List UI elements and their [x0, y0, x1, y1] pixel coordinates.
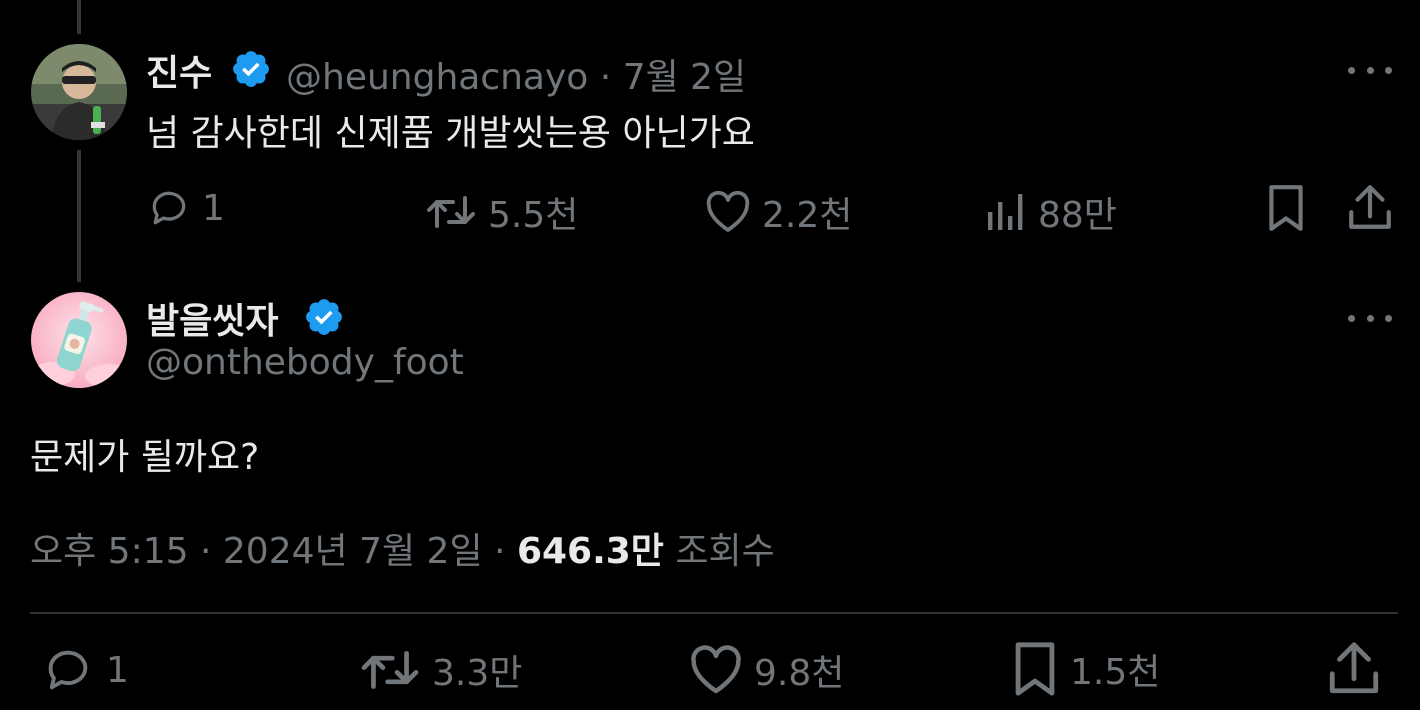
- divider: [30, 612, 1398, 614]
- thread-line-top: [77, 0, 81, 34]
- views-icon: [988, 194, 1023, 230]
- author-handle[interactable]: @heunghacnayo: [286, 57, 588, 98]
- verified-badge-icon: [303, 296, 345, 342]
- bookmark-button[interactable]: 1.5천: [1010, 640, 1160, 698]
- author-handle[interactable]: @onthebody_foot: [146, 342, 464, 383]
- more-icon[interactable]: [1348, 312, 1392, 324]
- bookmark-count: 1.5천: [1070, 652, 1161, 693]
- reply-icon: [48, 650, 88, 690]
- views-count: 88만: [1038, 195, 1117, 236]
- verified-badge-icon: [230, 48, 272, 94]
- avatar-photo: [31, 44, 127, 140]
- avatar[interactable]: [31, 44, 127, 140]
- thread-line-middle: [77, 150, 81, 282]
- reply-icon: [152, 191, 186, 225]
- author-meta: @heunghacnayo · 7월 2일: [286, 48, 746, 100]
- reply-button[interactable]: 1: [40, 644, 129, 696]
- share-icon: [1329, 642, 1379, 694]
- reply-count: 1: [202, 187, 225, 229]
- share-button[interactable]: [1326, 640, 1382, 698]
- repost-count: 5.5천: [488, 195, 579, 236]
- repost-icon: [427, 196, 475, 228]
- tweet-timestamp: 오후 5:15 · 2024년 7월 2일 · 646.3만 조회수: [30, 522, 775, 574]
- date-separator: ·: [599, 57, 612, 98]
- post-date[interactable]: 7월 2일: [623, 57, 747, 98]
- bookmark-button[interactable]: [1264, 183, 1308, 233]
- views-count[interactable]: 646.3만: [517, 531, 664, 572]
- like-count: 9.8천: [754, 653, 845, 694]
- timestamp-separator: ·: [199, 531, 212, 572]
- post-date[interactable]: 2024년 7월 2일: [223, 531, 483, 572]
- avatar-product-image: [31, 292, 127, 388]
- like-button[interactable]: 2.2천: [704, 186, 852, 238]
- repost-button[interactable]: 3.3만: [358, 644, 522, 696]
- like-icon: [691, 645, 741, 694]
- bookmark-icon: [1269, 185, 1303, 231]
- repost-button[interactable]: 5.5천: [424, 186, 578, 238]
- post-time[interactable]: 오후 5:15: [30, 531, 189, 572]
- bookmark-icon: [1015, 642, 1055, 696]
- share-button[interactable]: [1346, 183, 1394, 233]
- share-icon: [1349, 185, 1391, 229]
- like-button[interactable]: 9.8천: [688, 644, 844, 696]
- like-icon: [706, 190, 750, 232]
- timestamp-separator: ·: [494, 531, 506, 572]
- tweet-text: 문제가 될까요?: [30, 437, 260, 478]
- more-icon[interactable]: [1348, 64, 1392, 76]
- avatar[interactable]: [31, 292, 127, 388]
- like-count: 2.2천: [762, 195, 853, 236]
- tweet-text: 넘 감사한데 신제품 개발씻는용 아닌가요: [146, 113, 755, 154]
- author-name[interactable]: 진수: [146, 44, 212, 96]
- reply-button[interactable]: 1: [146, 186, 225, 230]
- reply-count: 1: [106, 649, 129, 691]
- repost-icon: [361, 651, 419, 689]
- author-name[interactable]: 발을씻자: [146, 292, 278, 344]
- views-label[interactable]: 조회수: [675, 531, 774, 572]
- repost-count: 3.3만: [432, 653, 523, 694]
- views-button[interactable]: 88만: [984, 186, 1117, 238]
